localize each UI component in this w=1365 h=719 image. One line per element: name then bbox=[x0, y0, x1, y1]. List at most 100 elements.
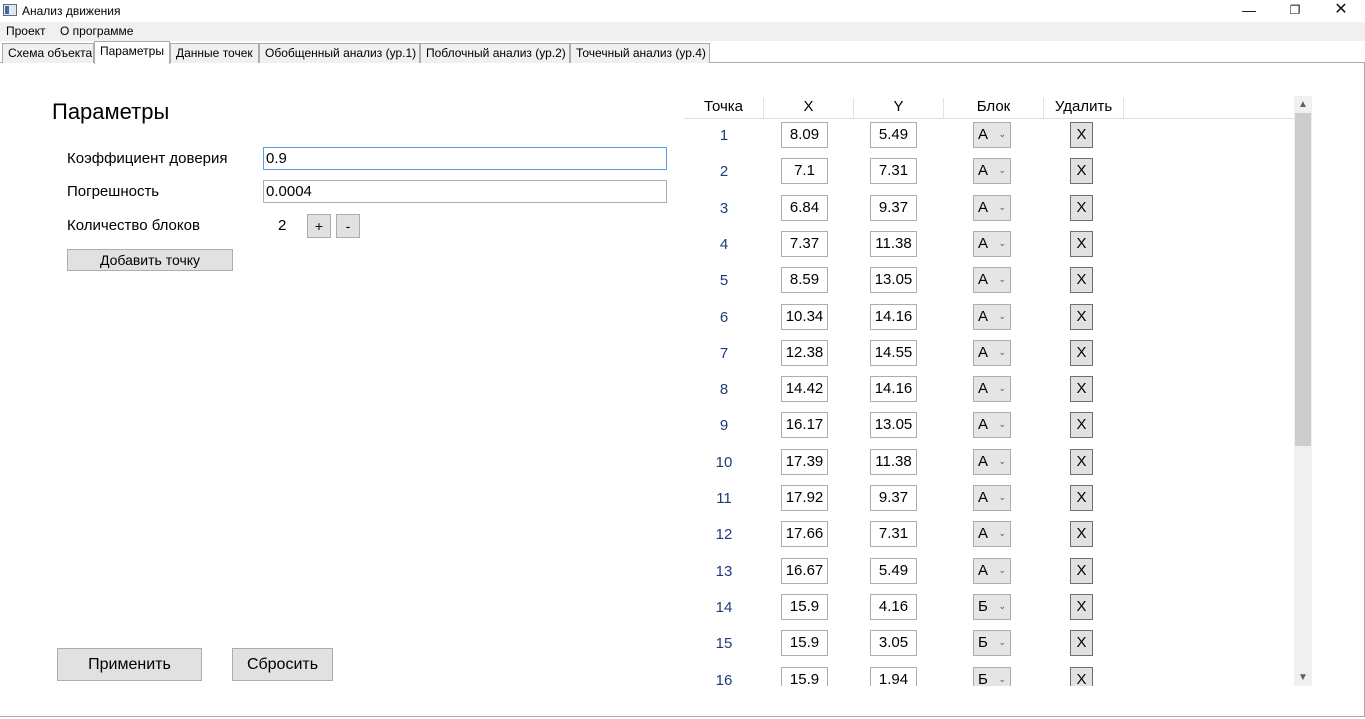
blocks-decrement-button[interactable]: - bbox=[336, 214, 360, 238]
block-select-value: А bbox=[978, 525, 989, 543]
scroll-down-icon[interactable]: ▼ bbox=[1294, 669, 1312, 686]
confidence-label: Коэффициент доверия bbox=[67, 150, 228, 167]
point-x-field[interactable]: 8.59 bbox=[781, 267, 828, 294]
block-select[interactable]: А ⌄ bbox=[973, 230, 1011, 257]
delete-point-button[interactable]: X bbox=[1070, 557, 1093, 584]
block-select[interactable]: А ⌄ bbox=[973, 448, 1011, 475]
table-row: 13 16.67 5.49 А ⌄ X bbox=[684, 555, 1294, 591]
point-x-field[interactable]: 14.42 bbox=[781, 376, 828, 403]
tab-point-analysis[interactable]: Точечный анализ (ур.4) bbox=[570, 43, 710, 63]
point-x-field[interactable]: 16.67 bbox=[781, 557, 828, 584]
point-y-field[interactable]: 5.49 bbox=[870, 122, 917, 148]
point-y-field[interactable]: 9.37 bbox=[870, 194, 917, 221]
block-select[interactable]: А ⌄ bbox=[973, 303, 1011, 330]
delete-point-button[interactable]: X bbox=[1070, 485, 1093, 511]
delete-point-button[interactable]: X bbox=[1070, 339, 1093, 366]
delete-point-button[interactable]: X bbox=[1070, 230, 1093, 257]
delete-point-button[interactable]: X bbox=[1070, 376, 1093, 403]
block-select[interactable]: А ⌄ bbox=[973, 267, 1011, 294]
block-select[interactable]: А ⌄ bbox=[973, 339, 1011, 366]
apply-button[interactable]: Применить bbox=[57, 648, 202, 681]
reset-button[interactable]: Сбросить bbox=[232, 648, 333, 681]
point-y-field[interactable]: 13.05 bbox=[870, 267, 917, 294]
delete-point-button[interactable]: X bbox=[1070, 158, 1093, 185]
delete-point-button[interactable]: X bbox=[1070, 593, 1093, 620]
menu-about[interactable]: О программе bbox=[60, 24, 133, 38]
tab-general-analysis[interactable]: Обобщенный анализ (ур.1) bbox=[259, 43, 420, 63]
point-x-field[interactable]: 17.92 bbox=[781, 485, 828, 511]
delete-point-button[interactable]: X bbox=[1070, 412, 1093, 439]
close-button[interactable]: ✕ bbox=[1318, 0, 1364, 22]
scroll-thumb[interactable] bbox=[1295, 113, 1311, 446]
block-select[interactable]: А ⌄ bbox=[973, 376, 1011, 403]
block-select[interactable]: А ⌄ bbox=[973, 158, 1011, 185]
chevron-down-icon: ⌄ bbox=[998, 383, 1006, 394]
block-select[interactable]: А ⌄ bbox=[973, 194, 1011, 221]
point-y-field[interactable]: 13.05 bbox=[870, 412, 917, 439]
point-x-field[interactable]: 17.39 bbox=[781, 448, 828, 475]
delete-point-button[interactable]: X bbox=[1070, 122, 1093, 148]
tab-block-analysis[interactable]: Поблочный анализ (ур.2) bbox=[420, 43, 570, 63]
point-number: 2 bbox=[719, 163, 729, 181]
point-y-field[interactable]: 7.31 bbox=[870, 158, 917, 185]
point-x-field[interactable]: 7.37 bbox=[781, 230, 828, 257]
point-y-field[interactable]: 7.31 bbox=[870, 521, 917, 548]
point-number: 7 bbox=[719, 344, 729, 362]
maximize-button[interactable]: ❐ bbox=[1272, 0, 1318, 22]
minimize-button[interactable]: — bbox=[1226, 0, 1272, 22]
point-y-field[interactable]: 3.05 bbox=[870, 630, 917, 657]
point-number: 4 bbox=[719, 235, 729, 253]
delete-point-button[interactable]: X bbox=[1070, 194, 1093, 221]
table-row: 14 15.9 4.16 Б ⌄ X bbox=[684, 591, 1294, 627]
delete-point-button[interactable]: X bbox=[1070, 448, 1093, 475]
delete-point-button[interactable]: X bbox=[1070, 666, 1093, 686]
point-y-field[interactable]: 14.55 bbox=[870, 339, 917, 366]
block-select[interactable]: А ⌄ bbox=[973, 521, 1011, 548]
block-select-value: Б bbox=[978, 597, 988, 615]
point-x-field[interactable]: 17.66 bbox=[781, 521, 828, 548]
point-x-field[interactable]: 16.17 bbox=[781, 412, 828, 439]
point-y-field[interactable]: 14.16 bbox=[870, 303, 917, 330]
blocks-increment-button[interactable]: + bbox=[307, 214, 331, 238]
tab-parameters[interactable]: Параметры bbox=[94, 41, 170, 64]
point-y-field[interactable]: 1.94 bbox=[870, 666, 917, 686]
block-select[interactable]: Б ⌄ bbox=[973, 593, 1011, 620]
block-select[interactable]: А ⌄ bbox=[973, 412, 1011, 439]
confidence-input[interactable] bbox=[263, 147, 667, 170]
point-number: 6 bbox=[719, 308, 729, 326]
delete-point-button[interactable]: X bbox=[1070, 521, 1093, 548]
point-y-field[interactable]: 9.37 bbox=[870, 485, 917, 511]
point-x-field[interactable]: 12.38 bbox=[781, 339, 828, 366]
point-y-field[interactable]: 5.49 bbox=[870, 557, 917, 584]
point-x-field[interactable]: 15.9 bbox=[781, 666, 828, 686]
point-x-field[interactable]: 10.34 bbox=[781, 303, 828, 330]
point-x-field[interactable]: 7.1 bbox=[781, 158, 828, 185]
table-row: 15 15.9 3.05 Б ⌄ X bbox=[684, 627, 1294, 663]
point-y-field[interactable]: 11.38 bbox=[870, 448, 917, 475]
delete-point-button[interactable]: X bbox=[1070, 267, 1093, 294]
block-select[interactable]: А ⌄ bbox=[973, 485, 1011, 511]
table-row: 11 17.92 9.37 А ⌄ X bbox=[684, 482, 1294, 518]
block-select[interactable]: А ⌄ bbox=[973, 557, 1011, 584]
block-select[interactable]: Б ⌄ bbox=[973, 666, 1011, 686]
point-x-field[interactable]: 6.84 bbox=[781, 194, 828, 221]
delete-point-button[interactable]: X bbox=[1070, 630, 1093, 657]
tab-object-scheme[interactable]: Схема объекта bbox=[2, 43, 94, 63]
block-select[interactable]: А ⌄ bbox=[973, 122, 1011, 148]
scroll-up-icon[interactable]: ▲ bbox=[1294, 96, 1312, 113]
tab-point-data[interactable]: Данные точек bbox=[170, 43, 259, 63]
point-number: 5 bbox=[719, 272, 729, 290]
point-y-field[interactable]: 4.16 bbox=[870, 593, 917, 620]
point-x-field[interactable]: 8.09 bbox=[781, 122, 828, 148]
add-point-button[interactable]: Добавить точку bbox=[67, 249, 233, 271]
table-scrollbar[interactable]: ▲ ▼ bbox=[1294, 96, 1312, 686]
point-x-field[interactable]: 15.9 bbox=[781, 593, 828, 620]
block-select[interactable]: Б ⌄ bbox=[973, 630, 1011, 657]
chevron-down-icon: ⌄ bbox=[998, 201, 1006, 212]
point-x-field[interactable]: 15.9 bbox=[781, 630, 828, 657]
menu-project[interactable]: Проект bbox=[6, 24, 46, 38]
point-y-field[interactable]: 14.16 bbox=[870, 376, 917, 403]
error-input[interactable] bbox=[263, 180, 667, 203]
point-y-field[interactable]: 11.38 bbox=[870, 230, 917, 257]
delete-point-button[interactable]: X bbox=[1070, 303, 1093, 330]
